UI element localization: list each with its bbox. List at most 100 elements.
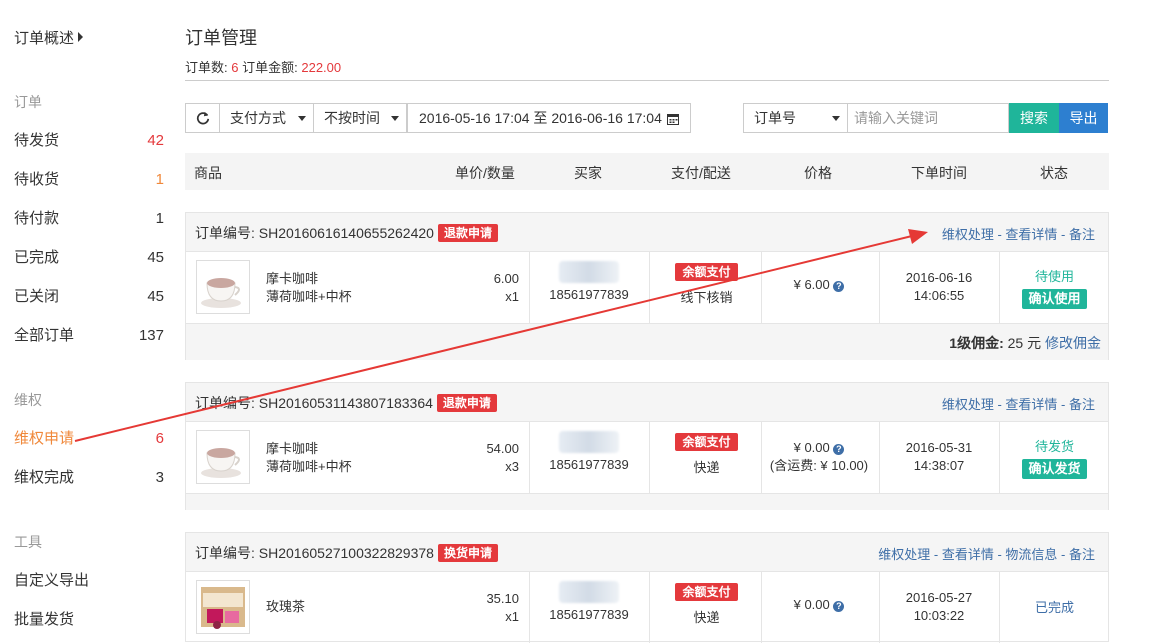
order-links: 维权处理 - 查看详情 - 物流信息 - 备注 — [878, 547, 1095, 562]
sidebar-item-label: 批量发货 — [14, 611, 75, 628]
rights-handle-link[interactable]: 维权处理 — [878, 547, 930, 562]
sidebar-item-count: 42 — [147, 132, 164, 149]
order-summary: 订单数: 6 订单金额: 222.00 — [185, 57, 341, 76]
order-footer — [186, 493, 1108, 510]
order-date: 2016-05-31 — [905, 440, 973, 455]
payment-info: 余额支付 快递 — [649, 583, 764, 626]
refresh-button[interactable] — [185, 103, 220, 133]
time-filter-select[interactable]: 不按时间 — [313, 103, 407, 133]
sidebar-item-count: 1 — [155, 210, 164, 227]
logistics-link[interactable]: 物流信息 — [1005, 547, 1057, 562]
product-spec: 薄荷咖啡+中杯 — [266, 459, 352, 474]
chevron-down-icon — [832, 116, 840, 121]
pay-method-value: 支付方式 — [230, 110, 286, 126]
order-number-text: 订单编号: SH20160616140655262420 — [195, 225, 434, 241]
order-number-text: 订单编号: SH20160527100322829378 — [195, 545, 434, 561]
product-name[interactable]: 玫瑰茶 — [266, 598, 305, 616]
sidebar-item-completed[interactable]: 已完成 45 — [14, 248, 164, 268]
sidebar-item-label: 全部订单 — [14, 327, 75, 344]
unit-price-qty: 6.00 x1 — [494, 270, 519, 306]
sidebar-item-batch-ship[interactable]: 批量发货 — [14, 610, 164, 630]
product-image[interactable] — [196, 260, 250, 314]
unit-price: 35.10 — [486, 591, 519, 606]
sidebar-item-count: 137 — [138, 327, 164, 344]
sidebar-item-count: 45 — [147, 249, 164, 266]
commission-info: 1级佣金: 25 元 修改佣金 — [949, 333, 1101, 353]
buyer-avatar-blurred — [559, 261, 619, 283]
product-name[interactable]: 摩卡咖啡 — [266, 440, 352, 458]
unit-price: 6.00 — [493, 271, 519, 286]
divider — [185, 80, 1109, 81]
question-icon[interactable]: ? — [833, 601, 845, 612]
remark-link[interactable]: 备注 — [1069, 397, 1095, 412]
search-type-select[interactable]: 订单号 — [743, 103, 848, 133]
sidebar-item-overview[interactable]: 订单概述 — [14, 29, 164, 49]
sidebar-item-pending-receipt[interactable]: 待收货 1 — [14, 170, 164, 190]
delivery-method: 线下核销 — [680, 290, 733, 305]
product-image[interactable] — [196, 430, 250, 484]
refresh-icon — [196, 111, 210, 125]
buyer-avatar-blurred — [559, 431, 619, 453]
sidebar-item-pending-payment[interactable]: 待付款 1 — [14, 209, 164, 229]
commission-value: 25 元 — [1007, 335, 1042, 351]
confirm-use-button[interactable]: 确认使用 — [1022, 289, 1087, 309]
product-image[interactable] — [196, 580, 250, 634]
tea-box-icon — [201, 587, 245, 629]
order-links: 维权处理 - 查看详情 - 备注 — [941, 227, 1095, 242]
column-header: 状态 — [1040, 165, 1068, 181]
view-details-link[interactable]: 查看详情 — [942, 547, 994, 562]
column-header: 商品 — [194, 165, 222, 181]
sidebar-item-rights-complete[interactable]: 维权完成 3 — [14, 468, 164, 488]
product-info: 摩卡咖啡 薄荷咖啡+中杯 — [266, 440, 352, 476]
buyer-phone: 18561977839 — [549, 457, 629, 472]
order-count-label: 订单数: — [185, 60, 228, 75]
unit-price-qty: 54.00 x3 — [486, 440, 519, 476]
order-header: 订单编号: SH20160527100322829378 换货申请 维权处理 - … — [186, 533, 1108, 572]
view-details-link[interactable]: 查看详情 — [1005, 227, 1057, 242]
order-clock: 14:38:07 — [913, 458, 965, 473]
remark-link[interactable]: 备注 — [1069, 227, 1095, 242]
search-placeholder: 请输入关键词 — [854, 110, 938, 126]
payment-info: 余额支付 快递 — [649, 433, 764, 476]
status-text[interactable]: 已完成 — [999, 597, 1110, 616]
buyer-info: 18561977839 — [529, 431, 649, 472]
quantity: x3 — [505, 459, 519, 474]
sidebar-item-closed[interactable]: 已关闭 45 — [14, 287, 164, 307]
buyer-info: 18561977839 — [529, 581, 649, 622]
sidebar-item-count: 1 — [155, 171, 164, 188]
product-name[interactable]: 摩卡咖啡 — [266, 270, 352, 288]
sidebar-item-rights-request[interactable]: 维权申请 6 — [14, 429, 164, 449]
page-title: 订单管理 — [185, 28, 257, 48]
order-count-value: 6 — [231, 60, 239, 75]
pay-method-select[interactable]: 支付方式 — [219, 103, 314, 133]
sidebar-item-label: 维权完成 — [14, 469, 75, 486]
calendar-icon — [667, 114, 679, 125]
date-range-input[interactable]: 2016-05-16 17:04 至 2016-06-16 17:04 — [407, 103, 691, 133]
table-row: 摩卡咖啡 薄荷咖啡+中杯 54.00 x3 18561977839 余额支付 快… — [186, 421, 1108, 493]
search-input[interactable]: 请输入关键词 — [847, 103, 1009, 133]
delivery-method: 快递 — [693, 460, 720, 475]
confirm-ship-button[interactable]: 确认发货 — [1022, 459, 1087, 479]
sidebar-item-pending-shipment[interactable]: 待发货 42 — [14, 131, 164, 151]
payment-badge: 余额支付 — [675, 433, 738, 451]
question-icon[interactable]: ? — [833, 281, 845, 292]
question-icon[interactable]: ? — [833, 444, 845, 455]
sidebar-item-all-orders[interactable]: 全部订单 137 — [14, 326, 164, 346]
rights-handle-link[interactable]: 维权处理 — [942, 397, 994, 412]
sidebar-item-count: 3 — [155, 469, 164, 486]
status-cell: 已完成 — [999, 597, 1110, 616]
remark-link[interactable]: 备注 — [1069, 547, 1095, 562]
search-button[interactable]: 搜索 — [1009, 103, 1059, 133]
export-button[interactable]: 导出 — [1059, 103, 1108, 133]
rights-handle-link[interactable]: 维权处理 — [942, 227, 994, 242]
sidebar-item-custom-export[interactable]: 自定义导出 — [14, 571, 164, 591]
order-number: 订单编号: SH20160527100322829378 换货申请 — [195, 543, 498, 563]
order-time: 2016-06-16 14:06:55 — [879, 269, 999, 305]
buyer-phone: 18561977839 — [549, 287, 629, 302]
buyer-avatar-blurred — [559, 581, 619, 603]
commission-bar: 1级佣金: 25 元 修改佣金 — [186, 323, 1108, 360]
order-amount-value: 222.00 — [301, 60, 342, 75]
quantity: x1 — [505, 289, 519, 304]
view-details-link[interactable]: 查看详情 — [1005, 397, 1057, 412]
edit-commission-link[interactable]: 修改佣金 — [1045, 335, 1101, 351]
